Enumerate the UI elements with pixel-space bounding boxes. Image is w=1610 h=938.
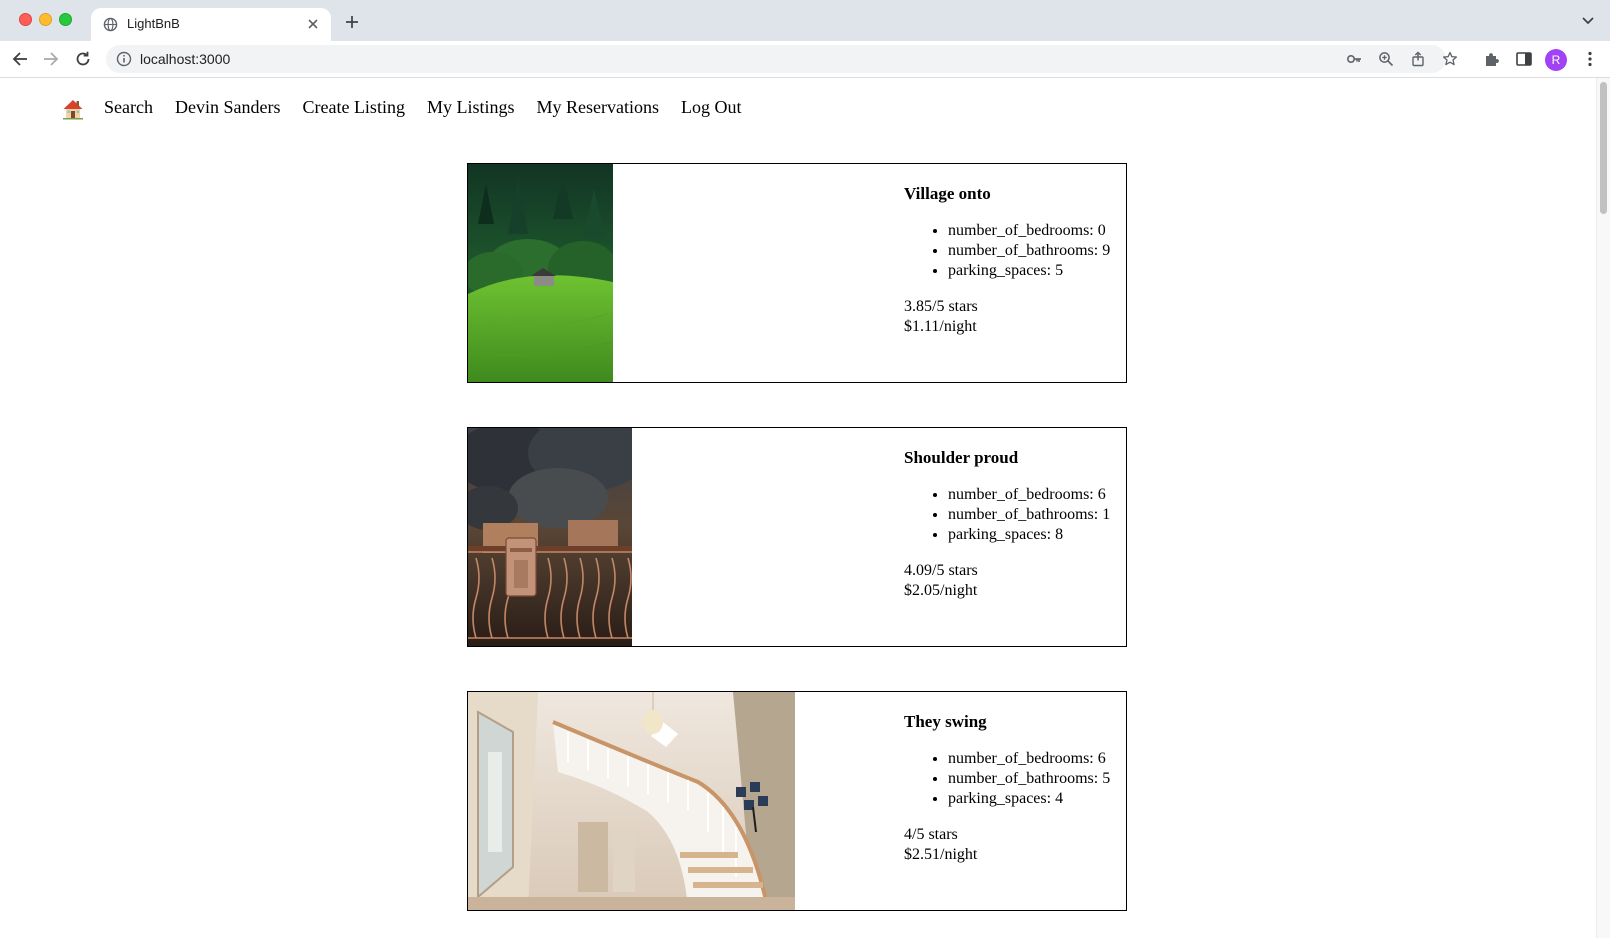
browser-toolbar: localhost:3000 R — [0, 41, 1610, 78]
nav-log-out[interactable]: Log Out — [681, 97, 742, 118]
listing-specs: number_of_bedrooms: 0 number_of_bathroom… — [904, 221, 1110, 281]
key-icon[interactable] — [1346, 51, 1362, 67]
scrollbar-thumb[interactable] — [1600, 82, 1607, 214]
listing-specs: number_of_bedrooms: 6 number_of_bathroom… — [904, 485, 1110, 545]
listing-details: They swing number_of_bedrooms: 6 number_… — [904, 712, 1110, 865]
listing-price: $2.05/night — [904, 582, 978, 599]
back-arrow-icon[interactable] — [11, 50, 29, 68]
spec-parking: parking_spaces: 5 — [948, 261, 1110, 281]
site-info-icon[interactable] — [116, 51, 132, 67]
extensions-puzzle-icon[interactable] — [1483, 50, 1501, 68]
listing-price: $2.51/night — [904, 846, 978, 863]
ornate-gate-mailbox-photo — [468, 428, 632, 646]
address-bar[interactable]: localhost:3000 — [106, 45, 1458, 73]
spec-parking: parking_spaces: 8 — [948, 525, 1110, 545]
listing-rating: 4/5 stars — [904, 826, 958, 843]
spiral-staircase-interior-photo — [468, 692, 795, 910]
listing-price: $1.11/night — [904, 318, 977, 335]
spec-bathrooms: number_of_bathrooms: 9 — [948, 241, 1110, 261]
bookmark-star-icon[interactable] — [1442, 51, 1458, 67]
new-tab-plus-icon[interactable] — [344, 14, 360, 30]
spec-parking: parking_spaces: 4 — [948, 789, 1110, 809]
page-nav: Search Devin Sanders Create Listing My L… — [62, 94, 763, 120]
nav-user-name[interactable]: Devin Sanders — [175, 97, 280, 118]
listing-rating: 3.85/5 stars — [904, 298, 978, 315]
close-icon[interactable] — [305, 16, 321, 32]
listing-rating: 4.09/5 stars — [904, 562, 978, 579]
url-text: localhost:3000 — [140, 51, 231, 67]
tab-title: LightBnB — [127, 16, 180, 31]
spec-bathrooms: number_of_bathrooms: 1 — [948, 505, 1110, 525]
spec-bedrooms: number_of_bedrooms: 6 — [948, 485, 1110, 505]
globe-icon — [103, 17, 118, 32]
listing-details: Village onto number_of_bedrooms: 0 numbe… — [904, 184, 1110, 337]
listing-details: Shoulder proud number_of_bedrooms: 6 num… — [904, 448, 1110, 601]
page-viewport: Search Devin Sanders Create Listing My L… — [0, 78, 1596, 938]
page-scrollbar[interactable] — [1596, 78, 1610, 938]
nav-my-listings[interactable]: My Listings — [427, 97, 515, 118]
window-minimize-button[interactable] — [39, 13, 52, 26]
chevron-down-icon[interactable] — [1582, 17, 1594, 25]
nav-search[interactable]: Search — [104, 97, 153, 118]
forward-arrow-icon[interactable] — [42, 50, 60, 68]
zoom-icon[interactable] — [1378, 51, 1394, 67]
listing-card: Shoulder proud number_of_bedrooms: 6 num… — [467, 427, 1127, 647]
listing-card: They swing number_of_bedrooms: 6 number_… — [467, 691, 1127, 911]
spec-bedrooms: number_of_bedrooms: 6 — [948, 749, 1110, 769]
house-emoji-icon[interactable] — [62, 98, 84, 120]
profile-avatar[interactable]: R — [1545, 49, 1567, 71]
listing-card: Village onto number_of_bedrooms: 0 numbe… — [467, 163, 1127, 383]
spec-bathrooms: number_of_bathrooms: 5 — [948, 769, 1110, 789]
side-panel-icon[interactable] — [1515, 50, 1533, 68]
spec-bedrooms: number_of_bedrooms: 0 — [948, 221, 1110, 241]
share-icon[interactable] — [1410, 51, 1426, 67]
window-close-button[interactable] — [19, 13, 32, 26]
reload-icon[interactable] — [74, 50, 92, 68]
window-zoom-button[interactable] — [59, 13, 72, 26]
green-hillside-cabin-photo — [468, 164, 613, 382]
nav-my-reservations[interactable]: My Reservations — [536, 97, 658, 118]
more-vertical-icon[interactable] — [1581, 50, 1599, 68]
nav-create-listing[interactable]: Create Listing — [302, 97, 404, 118]
listing-title: Shoulder proud — [904, 448, 1019, 467]
listing-title: They swing — [904, 712, 987, 731]
browser-tab-strip: LightBnB — [0, 0, 1610, 41]
listing-title: Village onto — [904, 184, 991, 203]
listing-specs: number_of_bedrooms: 6 number_of_bathroom… — [904, 749, 1110, 809]
browser-tab-lightbnb[interactable]: LightBnB — [91, 8, 331, 41]
